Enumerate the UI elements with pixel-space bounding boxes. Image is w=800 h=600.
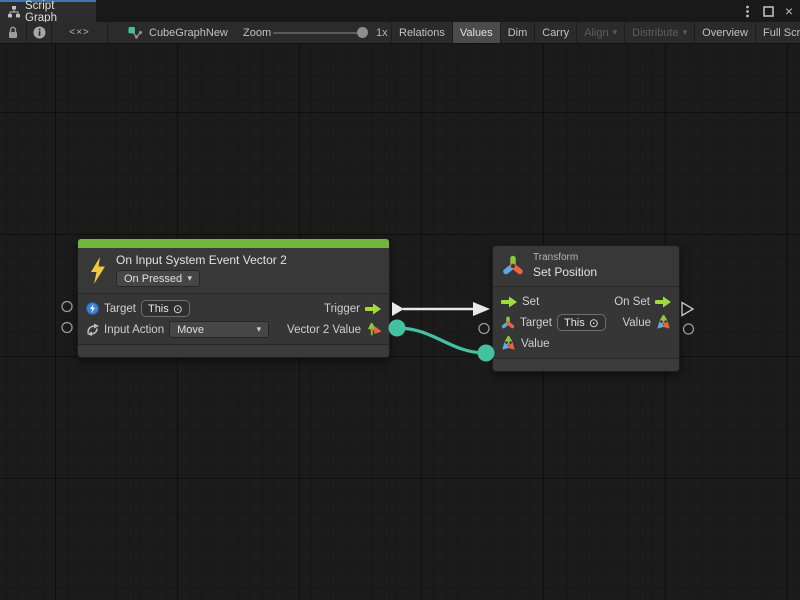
vector2-icon[interactable] [366,323,381,337]
tab-title: Script Graph [25,0,88,24]
port-row-value: Value [493,333,679,354]
trigger-port-label: Trigger [324,303,360,315]
close-icon[interactable]: × [782,4,796,18]
distribute-dropdown-button: Distribute▾ [624,22,694,43]
caret-down-icon: ▾ [613,27,618,38]
vector2-value-port-label: Vector 2 Value [287,324,361,336]
node-header[interactable]: On Input System Event Vector 2 On Presse… [78,248,389,293]
caret-down-icon: ▾ [257,324,262,335]
lock-button[interactable] [0,22,26,43]
node-title: On Input System Event Vector 2 [116,253,287,267]
port-row-set: Set On Set [493,291,679,312]
set-port-label: Set [522,296,539,308]
transform-icon [501,254,525,278]
zoom-slider[interactable] [273,22,373,43]
value-in-port-label: Value [521,338,550,350]
zoom-label: Zoom [243,22,271,43]
input-port-input-action[interactable] [62,323,72,333]
transform-mini-icon [501,316,515,330]
graph-hierarchy-icon [8,6,20,18]
port-row-target: Target This ⊙ Trigger [78,298,389,319]
node-header[interactable]: Transform Set Position [493,246,679,286]
lock-icon [7,26,19,39]
on-set-port-label: On Set [614,296,650,308]
script-graph-window: Script Graph × [0,0,800,600]
tab-script-graph[interactable]: Script Graph [0,0,96,22]
node-footer [493,359,679,371]
vector3-icon[interactable] [656,315,671,330]
window-menu-icon[interactable] [740,4,754,18]
node-transform-set-position[interactable]: Transform Set Position Set On Set [492,245,680,372]
caret-down-icon: ▾ [683,27,688,38]
graph-breadcrumb[interactable]: CubeGraphNew [128,22,228,43]
target-port-label: Target [104,303,136,315]
value-out-port-label: Value [622,317,651,329]
vector2-output-port[interactable] [389,320,406,337]
zoom-value: 1x [376,22,388,43]
preview-code-button[interactable]: <×> [52,22,107,43]
overview-button[interactable]: Overview [694,22,755,43]
object-picker-icon[interactable]: ⊙ [173,303,183,315]
event-type-dropdown[interactable]: On Pressed▾ [116,270,200,287]
port-row-target: Target This ⊙ Value [493,312,679,333]
flow-arrow-icon[interactable] [501,296,517,308]
values-button[interactable]: Values [452,22,500,43]
target-this-button[interactable]: This ⊙ [141,300,190,317]
title-bar: Script Graph × [0,0,800,22]
info-button[interactable] [27,22,51,43]
code-icon: <×> [69,27,90,38]
relations-button[interactable]: Relations [391,22,452,43]
flow-arrow-icon[interactable] [655,296,671,308]
output-port-value[interactable] [684,324,694,334]
dim-button[interactable]: Dim [500,22,535,43]
graph-name: CubeGraphNew [149,27,228,39]
input-port-target[interactable] [479,324,489,334]
vector3-icon[interactable] [501,336,516,351]
input-action-icon [86,323,99,336]
port-row-input-action: Input Action Move▾ Vector 2 Value [78,319,389,340]
gameobject-event-icon [86,302,99,315]
zoom-slider-track[interactable] [273,32,363,34]
fullscreen-button[interactable]: Full Screen [755,22,800,43]
node-title: Set Position [533,265,597,279]
carry-button[interactable]: Carry [534,22,576,43]
node-footer [78,345,389,357]
event-node-color-bar [78,239,389,248]
node-category: Transform [533,252,597,263]
graph-canvas[interactable]: On Input System Event Vector 2 On Presse… [0,44,800,600]
trigger-output-port[interactable] [392,302,404,316]
caret-down-icon: ▾ [187,273,192,284]
output-port-on-set[interactable] [682,303,693,316]
target-this-button[interactable]: This ⊙ [557,314,606,331]
zoom-slider-handle[interactable] [357,27,368,38]
graph-toolbar: <×> CubeGraphNew Zoom 1x Relations Value… [0,22,800,44]
wire-arrowhead [473,302,490,316]
object-picker-icon[interactable]: ⊙ [589,317,599,329]
maximize-icon[interactable] [761,4,775,18]
node-on-input-system-event-vector2[interactable]: On Input System Event Vector 2 On Presse… [77,238,390,358]
input-action-dropdown[interactable]: Move▾ [169,321,269,338]
input-port-target[interactable] [62,302,72,312]
align-dropdown-button: Align▾ [576,22,624,43]
flow-arrow-icon[interactable] [365,303,381,315]
target-port-label: Target [520,317,552,329]
script-graph-asset-icon [128,26,143,40]
lightning-bolt-icon [88,257,108,284]
input-action-port-label: Input Action [104,324,164,336]
value-wire[interactable] [397,328,486,353]
info-icon [33,26,46,39]
